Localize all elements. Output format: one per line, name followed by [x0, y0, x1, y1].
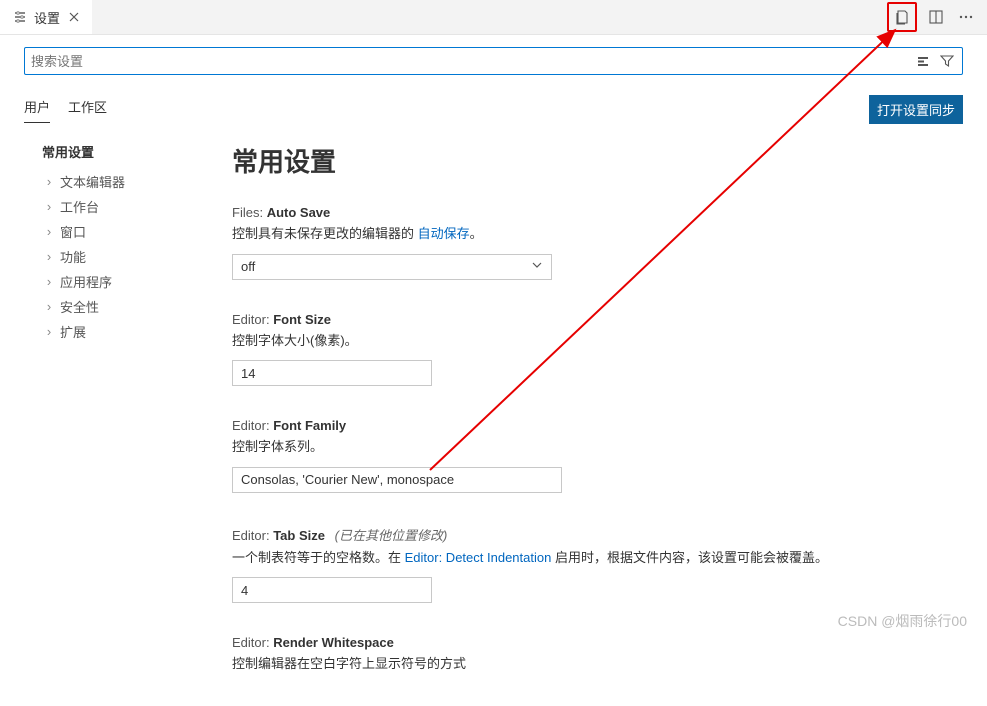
setting-prefix: Editor:: [232, 528, 270, 543]
sidebar-heading[interactable]: 常用设置: [42, 142, 214, 161]
setting-prefix: Editor:: [232, 635, 270, 650]
sidebar-item-label: 安全性: [60, 297, 99, 316]
search-actions: [914, 52, 956, 70]
setting-prefix: Files:: [232, 205, 263, 220]
setting-label: Editor: Tab Size (已在其他位置修改): [232, 525, 943, 544]
sidebar-item-workbench[interactable]: › 工作台: [42, 194, 214, 219]
setting-tab-size: Editor: Tab Size (已在其他位置修改) 一个制表符等于的空格数。…: [232, 525, 943, 604]
setting-font-size: Editor: Font Size 控制字体大小(像素)。: [232, 312, 943, 387]
more-icon[interactable]: [955, 6, 977, 28]
sidebar-item-application[interactable]: › 应用程序: [42, 269, 214, 294]
sidebar-item-security[interactable]: › 安全性: [42, 294, 214, 319]
auto-save-link[interactable]: 自动保存: [418, 226, 470, 241]
font-size-input[interactable]: [232, 360, 432, 386]
sidebar-item-label: 功能: [60, 247, 86, 266]
setting-label: Editor: Render Whitespace: [232, 635, 943, 650]
chevron-right-icon: ›: [42, 324, 56, 339]
sidebar-item-label: 扩展: [60, 322, 86, 341]
search-input[interactable]: [31, 54, 914, 69]
setting-label: Files: Auto Save: [232, 205, 943, 220]
setting-prefix: Editor:: [232, 418, 270, 433]
chevron-right-icon: ›: [42, 299, 56, 314]
sidebar-item-window[interactable]: › 窗口: [42, 219, 214, 244]
split-editor-icon[interactable]: [925, 6, 947, 28]
scope-row: 用户 工作区 打开设置同步: [24, 95, 963, 124]
watermark: CSDN @烟雨徐行00: [838, 611, 967, 631]
clear-icon[interactable]: [914, 52, 932, 70]
setting-name: Tab Size: [273, 528, 325, 543]
sidebar-item-extensions[interactable]: › 扩展: [42, 319, 214, 344]
close-icon[interactable]: [66, 9, 82, 25]
chevron-right-icon: ›: [42, 174, 56, 189]
setting-modified-note: (已在其他位置修改): [335, 528, 448, 543]
setting-prefix: Editor:: [232, 312, 270, 327]
chevron-right-icon: ›: [42, 199, 56, 214]
sidebar-item-features[interactable]: › 功能: [42, 244, 214, 269]
sidebar-item-label: 应用程序: [60, 272, 112, 291]
desc-text: 控制具有未保存更改的编辑器的: [232, 226, 418, 241]
annotation-highlight: [887, 2, 917, 32]
settings-toc: 常用设置 › 文本编辑器 › 工作台 › 窗口 › 功能 › 应用程序 › 安全性 › 扩展: [24, 142, 214, 706]
detect-indentation-link[interactable]: Editor: Detect Indentation: [405, 550, 552, 565]
setting-font-family: Editor: Font Family 控制字体系列。: [232, 418, 943, 493]
select-value: off: [241, 259, 255, 274]
settings-editor: 用户 工作区 打开设置同步 常用设置 › 文本编辑器 › 工作台 › 窗口 › 功能 ›…: [0, 35, 987, 706]
scope-tab-workspace[interactable]: 工作区: [68, 97, 107, 122]
setting-name: Font Family: [273, 418, 346, 433]
tab-label: 设置: [34, 8, 60, 27]
chevron-right-icon: ›: [42, 274, 56, 289]
setting-desc: 控制字体大小(像素)。: [232, 331, 943, 351]
setting-auto-save: Files: Auto Save 控制具有未保存更改的编辑器的 自动保存。 of…: [232, 205, 943, 280]
filter-icon[interactable]: [938, 52, 956, 70]
chevron-right-icon: ›: [42, 224, 56, 239]
setting-label: Editor: Font Family: [232, 418, 943, 433]
sync-button[interactable]: 打开设置同步: [869, 95, 963, 124]
setting-name: Auto Save: [267, 205, 331, 220]
sidebar-item-label: 窗口: [60, 222, 86, 241]
search-box[interactable]: [24, 47, 963, 75]
font-family-input[interactable]: [232, 467, 562, 493]
tab-bar: 设置: [0, 0, 987, 35]
tab-size-input[interactable]: [232, 577, 432, 603]
settings-tab[interactable]: 设置: [0, 0, 92, 34]
sidebar-item-label: 文本编辑器: [60, 172, 125, 191]
setting-name: Render Whitespace: [273, 635, 394, 650]
settings-icon: [12, 9, 28, 25]
tab-actions: [887, 2, 987, 32]
setting-desc: 控制编辑器在空白字符上显示符号的方式: [232, 654, 943, 674]
setting-name: Font Size: [273, 312, 331, 327]
setting-label: Editor: Font Size: [232, 312, 943, 327]
chevron-right-icon: ›: [42, 249, 56, 264]
setting-desc: 一个制表符等于的空格数。在 Editor: Detect Indentation…: [232, 548, 943, 568]
scope-tab-user[interactable]: 用户: [24, 97, 50, 123]
setting-desc: 控制字体系列。: [232, 437, 943, 457]
open-settings-json-icon[interactable]: [891, 6, 913, 28]
desc-text: 启用时，根据文件内容，该设置可能会被覆盖。: [551, 550, 828, 565]
sidebar-item-text-editor[interactable]: › 文本编辑器: [42, 169, 214, 194]
auto-save-select[interactable]: off: [232, 254, 552, 280]
section-title: 常用设置: [232, 142, 943, 179]
setting-desc: 控制具有未保存更改的编辑器的 自动保存。: [232, 224, 943, 244]
desc-text: 一个制表符等于的空格数。在: [232, 550, 405, 565]
desc-text: 。: [470, 226, 483, 241]
sidebar-item-label: 工作台: [60, 197, 99, 216]
chevron-down-icon: [531, 259, 543, 274]
